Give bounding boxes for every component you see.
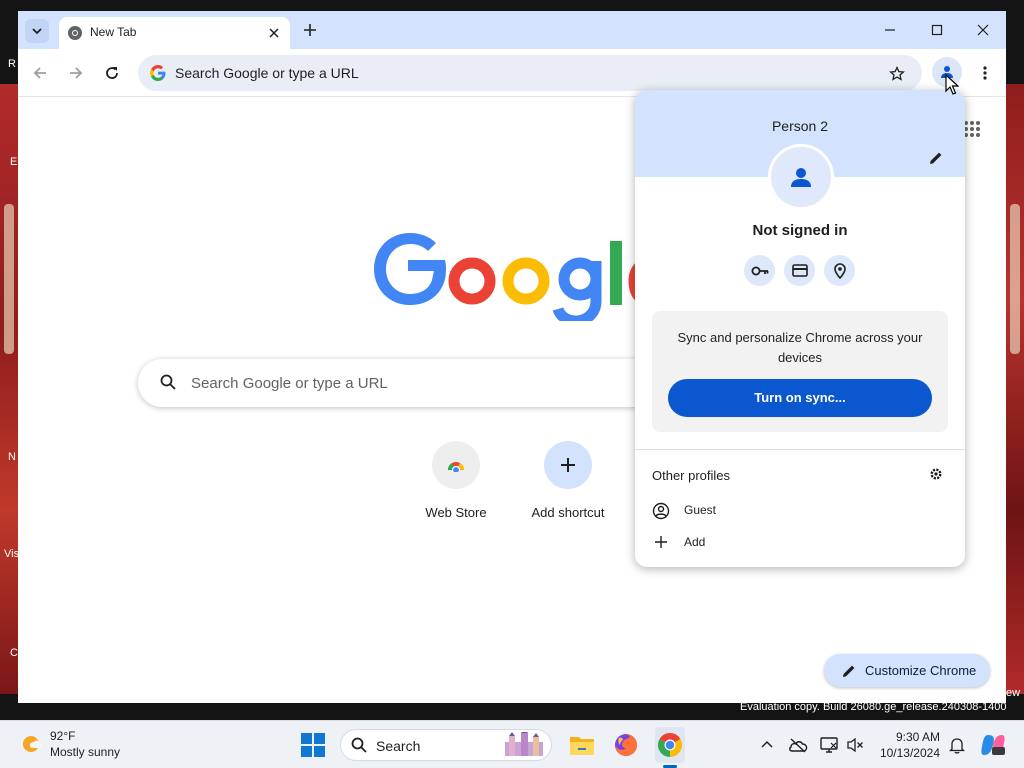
profile-item-label: Guest [684,503,717,517]
chevron-down-icon [32,28,42,35]
arrow-right-icon [70,67,83,79]
web-store-icon [432,441,480,489]
taskbar-search-label: Search [376,738,421,754]
maximize-icon [931,24,943,36]
clock-date[interactable]: 10/13/2024 [866,746,940,760]
file-explorer-icon[interactable] [567,730,597,760]
network-icon[interactable] [818,734,840,756]
back-button[interactable] [28,61,52,85]
profile-item-label: Add [684,535,706,549]
pencil-icon [842,664,856,678]
reload-icon [106,67,118,79]
divider [635,449,965,450]
desktop-edge-text: ew [1006,687,1021,699]
credit-card-icon [791,264,808,277]
turn-on-sync-button[interactable]: Turn on sync... [668,379,932,417]
plus-icon [544,441,592,489]
shortcut-web-store[interactable]: Web Store [400,441,512,529]
plus-icon [304,24,316,36]
close-icon [269,28,279,38]
tab-strip: New Tab [18,11,1006,49]
chrome-favicon-icon [67,25,83,41]
guest-profile-icon [652,502,670,520]
ntp-search-placeholder: Search Google or type a URL [191,375,388,392]
sync-promo-text: Sync and personalize Chrome across your … [677,330,923,365]
payment-methods-button[interactable] [784,255,815,286]
addresses-button[interactable] [824,255,855,286]
mouse-cursor-icon [945,74,959,96]
weather-description: Mostly sunny [50,745,121,759]
passwords-button[interactable] [744,255,775,286]
sunny-weather-icon[interactable] [20,732,44,756]
shortcut-add[interactable]: Add shortcut [512,441,624,529]
search-icon [351,737,367,753]
new-tab-button[interactable] [300,20,320,40]
reload-button[interactable] [100,61,124,85]
desktop-edge-text: C [10,647,18,659]
avatar [768,144,834,210]
profile-item-add[interactable]: Add [652,531,942,555]
chevron-up-icon [761,740,773,748]
more-vertical-icon [983,66,987,80]
manage-profiles-button[interactable] [929,467,943,481]
forward-button[interactable] [64,61,88,85]
plus-icon [655,536,667,548]
location-pin-icon [833,262,846,279]
google-apps-button[interactable] [963,120,981,138]
wallpaper-left-edge [0,84,18,694]
show-hidden-icons-button[interactable] [756,734,778,756]
clock-time[interactable]: 9:30 AM [866,730,940,744]
taskbar-search-box[interactable]: Search [340,729,552,761]
bookmark-star-button[interactable] [887,64,907,84]
close-window-button[interactable] [968,18,998,42]
taskbar: 92°F Mostly sunny Search 9:30 AM 10/13/2… [0,720,1024,768]
arrow-left-icon [33,67,46,79]
tab-new-tab[interactable]: New Tab [59,17,290,49]
weather-temperature: 92°F [50,729,76,743]
firefox-icon[interactable] [611,730,641,760]
search-highlight-illustration-icon [501,732,547,758]
desktop-edge-text: Vis [4,548,20,560]
other-profiles-heading: Other profiles [652,468,731,483]
close-icon [977,24,989,36]
shortcut-label: Add shortcut [531,505,605,520]
windows-start-icon[interactable] [301,733,325,757]
wallpaper-right-edge [1006,84,1024,694]
customize-chrome-label: Customize Chrome [865,663,977,678]
minimize-icon [885,29,895,31]
profile-name: Person 2 [771,118,829,134]
copilot-icon[interactable] [980,732,1006,758]
pencil-icon [930,152,942,164]
tab-title: New Tab [90,25,137,39]
maximize-button[interactable] [922,18,952,42]
customize-chrome-button[interactable]: Customize Chrome [824,654,990,687]
tab-search-button[interactable] [25,19,49,43]
apps-grid-icon [964,121,980,137]
onedrive-offline-icon[interactable] [787,734,809,756]
search-icon [160,374,176,390]
sync-promo-card: Sync and personalize Chrome across your … [652,311,948,432]
person-icon [791,168,811,187]
profile-item-guest[interactable]: Guest [652,499,942,523]
google-logo [374,209,674,321]
address-bar[interactable]: Search Google or type a URL [138,55,922,91]
profile-menu: Person 2 Not signed in Sync and personal… [635,90,965,567]
desktop-edge-text: E [10,156,18,168]
notification-bell-icon[interactable] [946,734,968,756]
shortcut-label: Web Store [425,505,487,520]
address-bar-placeholder: Search Google or type a URL [175,65,359,81]
star-icon [889,66,905,81]
gear-icon [930,468,942,480]
key-icon [751,266,768,275]
desktop-edge-text: N [8,451,16,463]
google-g-icon [150,65,166,81]
chrome-menu-button[interactable] [973,61,997,85]
tab-close-button[interactable] [265,24,283,42]
chrome-icon[interactable] [655,730,685,760]
volume-muted-icon[interactable] [844,734,866,756]
sign-in-status: Not signed in [752,222,848,239]
minimize-button[interactable] [875,18,905,42]
desktop-edge-text: R [8,58,16,70]
edit-profile-button[interactable] [926,148,946,168]
